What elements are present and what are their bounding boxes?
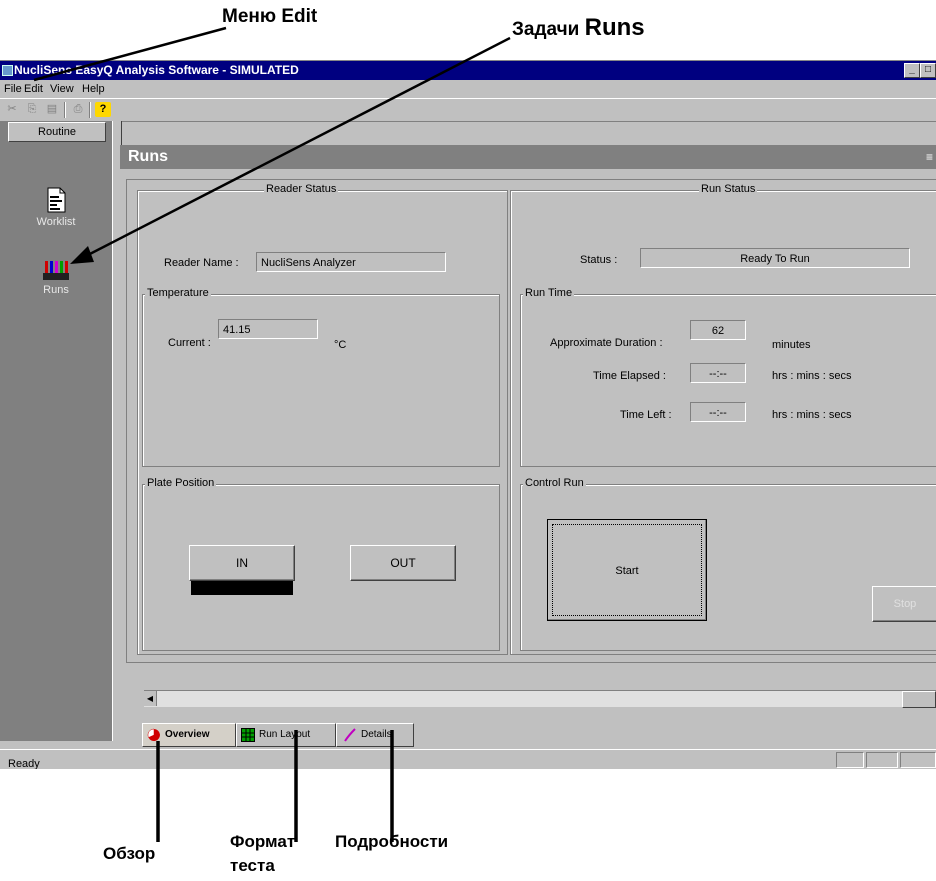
run-time-legend: Run Time [523,287,575,299]
copy-icon[interactable]: ⎘ [24,102,40,117]
run-status-legend: Run Status [699,183,758,195]
sidebar-item-label: Runs [43,284,69,296]
temperature-legend: Temperature [145,287,211,299]
reader-status-legend: Reader Status [264,183,339,195]
horizontal-scrollbar[interactable]: ◀ [144,690,936,708]
reader-name-field: NucliSens Analyzer [256,252,446,272]
plate-position-legend: Plate Position [145,477,217,489]
page-title: Runs [128,148,168,165]
maximize-button[interactable]: □ [920,63,936,78]
sidebar-item-label: Worklist [36,216,76,228]
status-panel [836,752,864,768]
callout-edit-menu: Меню Edit [222,6,318,27]
approx-duration-unit: minutes [772,339,811,351]
time-left-label: Time Left : [620,409,672,421]
sidebar-item-runs[interactable]: Runs [16,259,96,296]
status-panel [900,752,936,768]
scroll-left-icon[interactable]: ◀ [144,691,157,706]
plate-in-label: IN [236,556,248,570]
plate-in-indicator [191,581,293,595]
print-icon[interactable]: ⎙ [70,102,86,117]
temperature-unit: °C [334,339,347,351]
approx-duration-field: 62 [690,320,746,340]
callout-runs-tasks-bold: Runs [584,14,645,41]
plate-in-button[interactable]: IN [189,545,295,581]
sidebar-group-routine[interactable]: Routine [8,122,106,142]
menu-edit[interactable]: Edit [24,80,43,98]
start-button[interactable]: Start [547,519,707,621]
menu-help[interactable]: Help [82,80,105,98]
title-bar: NucliSens EasyQ Analysis Software - SIMU… [0,61,936,80]
header-menu-icon[interactable]: ≡ [926,145,933,169]
tab-label: Overview [165,729,210,740]
time-left-field: --:-- [690,402,746,422]
tab-label: Run Layout [259,729,311,740]
callout-test-format-line2: теста [230,856,275,875]
plate-out-button[interactable]: OUT [350,545,456,581]
callout-overview: Обзор [103,844,156,863]
status-label: Status : [580,254,618,266]
time-elapsed-label: Time Elapsed : [593,370,666,382]
toolbar: ✂ ⎘ ▤ ⎙ ? [0,98,936,122]
status-field: Ready To Run [640,248,910,268]
tab-details[interactable]: Details [336,723,414,747]
window-title: NucliSens EasyQ Analysis Software - SIMU… [14,63,299,77]
details-icon [344,728,356,742]
menu-bar: File Edit View Help [0,80,936,98]
time-elapsed-field: --:-- [690,363,746,383]
help-icon[interactable]: ? [95,102,111,117]
approx-duration-label: Approximate Duration : [550,337,663,349]
overview-icon [147,728,160,741]
runs-icon [43,261,69,280]
tab-run-layout[interactable]: Run Layout [236,723,336,747]
menu-file[interactable]: File [4,80,22,98]
status-bar-text: Ready [8,758,40,769]
run-layout-icon [241,728,255,742]
page-header: Runs ≡ [120,145,936,169]
tab-overview[interactable]: Overview [142,723,236,747]
temperature-current-field: 41.15 [218,319,318,339]
view-tabs: Overview Run Layout Details [120,723,936,747]
status-bar: Ready [0,749,936,769]
temperature-group: Temperature [142,287,500,467]
time-left-unit: hrs : mins : secs [772,409,852,421]
paste-icon[interactable]: ▤ [44,102,60,117]
temperature-current-label: Current : [168,337,211,349]
callout-runs-tasks: Задачи Runs [512,14,645,42]
callout-runs-tasks-prefix: Задачи [512,19,585,40]
cut-icon[interactable]: ✂ [4,102,20,117]
toolbar-separator [64,102,66,118]
tab-label: Details [361,729,392,740]
time-elapsed-unit: hrs : mins : secs [772,370,852,382]
callout-details: Подробности [335,832,449,851]
menu-view[interactable]: View [50,80,74,98]
worklist-icon [47,187,66,213]
control-run-legend: Control Run [523,477,586,489]
application-window: NucliSens EasyQ Analysis Software - SIMU… [0,60,936,769]
scroll-thumb[interactable] [902,691,936,708]
minimize-button[interactable]: _ [904,63,920,78]
reader-name-label: Reader Name : [164,257,239,269]
status-panel [866,752,898,768]
toolbar-separator [89,102,91,118]
app-system-icon[interactable] [2,65,13,76]
sidebar-item-worklist[interactable]: Worklist [16,187,96,228]
callout-test-format-line1: Формат [230,832,296,851]
start-label: Start [615,565,639,577]
stop-button[interactable]: Stop [872,586,936,622]
